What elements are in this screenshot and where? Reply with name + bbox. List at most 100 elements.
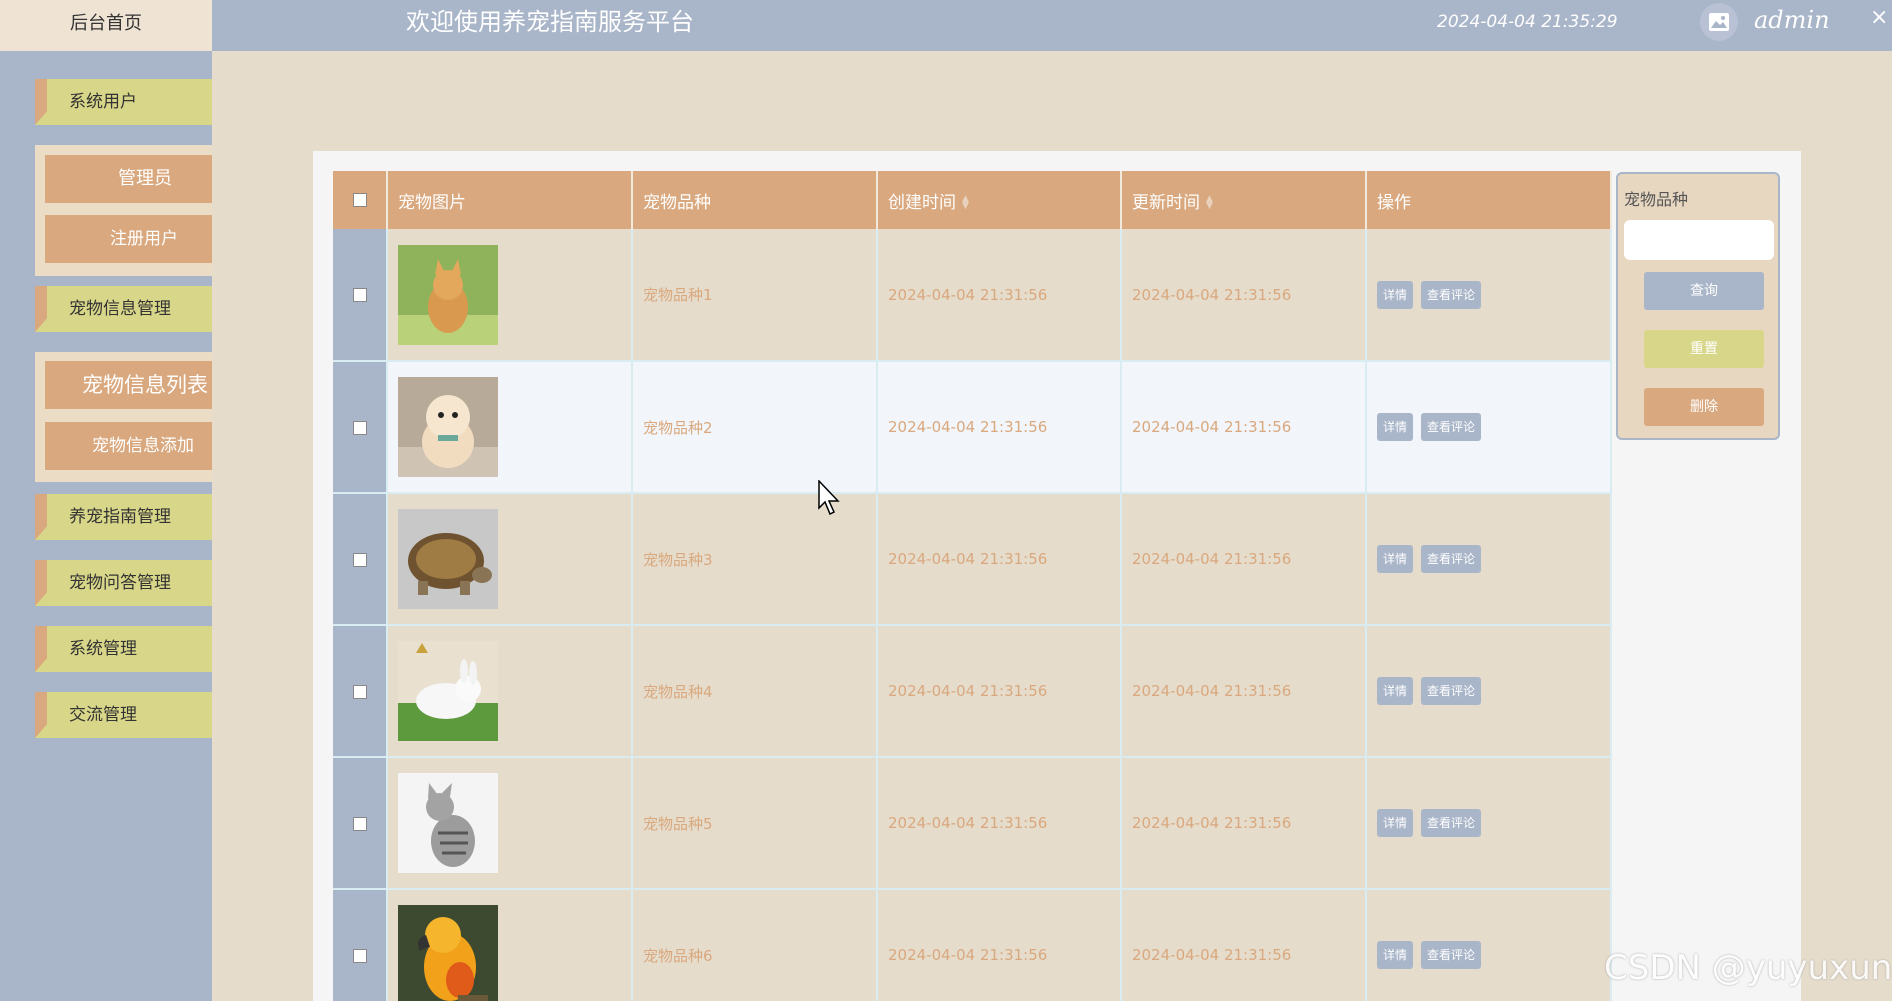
parrot-icon[interactable] (398, 905, 498, 1001)
row-checkbox[interactable] (352, 288, 367, 302)
page-title: 欢迎使用养宠指南服务平台 (406, 8, 694, 36)
detail-button[interactable]: 详情 (1377, 809, 1414, 837)
detail-button[interactable]: 详情 (1377, 280, 1414, 309)
row-checkbox-cell[interactable] (333, 493, 388, 626)
table-row[interactable]: 宠物品种2 2024-04-04 21:31:56 2024-04-04 21:31… (333, 361, 1612, 494)
sidebar-item-pet-list[interactable]: 宠物信息列表 (45, 361, 212, 409)
sidebar-item-system-users[interactable]: 系统用户 (35, 79, 212, 125)
submenu-pets: 宠物信息列表 宠物信息添加 (35, 352, 212, 482)
sidebar-item-system[interactable]: 系统管理 (35, 626, 212, 672)
reset-button[interactable]: 重置 (1644, 330, 1764, 368)
column-header-sortable[interactable]: 创建时间 ▲ ▼ (877, 171, 1122, 229)
detail-button[interactable]: 详情 (1377, 545, 1414, 573)
sidebar-item-community[interactable]: 交流管理 (35, 692, 212, 738)
created-cell: 2024-04-04 21:31:56 (877, 625, 1122, 758)
updated-cell: 2024-04-04 21:31:56 (1121, 757, 1367, 890)
datetime-display: 2024-04-04 21:35:29 (1437, 12, 1618, 32)
created-cell: 2024-04-04 21:31:56 (877, 757, 1122, 890)
avatar[interactable] (1700, 3, 1738, 41)
updated-cell: 2024-04-04 21:31:56 (1121, 229, 1367, 362)
column-header-sortable[interactable]: 更新时间 ▲ ▼ (1121, 171, 1367, 229)
table-row[interactable]: 宠物品种4 2024-04-04 21:31:56 2024-04-04 21:31… (333, 625, 1612, 758)
tabby-cat-icon[interactable] (398, 773, 498, 873)
username[interactable]: admin (1754, 4, 1830, 36)
updated-cell: 2024-04-04 21:31:56 (1121, 889, 1367, 1001)
search-input[interactable] (1624, 220, 1774, 260)
row-checkbox[interactable] (352, 948, 367, 963)
pet-image-cell (387, 625, 633, 758)
row-checkbox-cell[interactable] (333, 229, 388, 362)
menu-tab-decoration (35, 79, 47, 125)
view-comments-button[interactable]: 查看评论 (1421, 677, 1482, 705)
sidebar-item-registered-users[interactable]: 注册用户 (45, 215, 212, 263)
table-row[interactable]: 宠物品种6 2024-04-04 21:31:56 2024-04-04 21:31… (333, 889, 1612, 1001)
menu-tab-decoration (35, 692, 47, 738)
actions-cell: 详情 查看评论 (1366, 229, 1612, 362)
pet-image-cell (387, 229, 633, 362)
actions-cell: 详情 查看评论 (1366, 889, 1612, 1001)
sidebar-item-label: 宠物信息管理 (69, 299, 171, 319)
table-row[interactable]: 宠物品种1 2024-04-04 21:31:56 2024-04-04 21:31… (333, 229, 1612, 362)
sidebar-item-label: 系统用户 (69, 92, 137, 112)
search-label: 宠物品种 (1624, 190, 1689, 209)
row-checkbox-cell[interactable] (333, 625, 388, 758)
query-button[interactable]: 查询 (1644, 272, 1764, 310)
actions-cell: 详情 查看评论 (1366, 625, 1612, 758)
delete-button[interactable]: 删除 (1644, 388, 1764, 426)
created-cell: 2024-04-04 21:31:56 (877, 361, 1122, 494)
column-header-label: 创建时间 (888, 192, 956, 213)
kitten-icon[interactable] (398, 244, 498, 345)
menu-tab-decoration (35, 626, 47, 672)
sort-icon[interactable]: ▲ ▼ (1206, 194, 1213, 210)
row-checkbox[interactable] (352, 420, 367, 435)
sidebar-item-qa[interactable]: 宠物问答管理 (35, 560, 212, 606)
table-header-row: 宠物图片 宠物品种 创建时间 ▲ ▼ 更新时间 ▲ ▼ 操作 (333, 171, 1612, 229)
detail-button[interactable]: 详情 (1377, 677, 1414, 705)
row-checkbox[interactable] (352, 816, 367, 831)
mouse-cursor-icon (818, 480, 840, 516)
table-row[interactable]: 宠物品种3 2024-04-04 21:31:56 2024-04-04 21:31… (333, 493, 1612, 626)
row-checkbox-cell[interactable] (333, 361, 388, 494)
sidebar-item-admin[interactable]: 管理员 (45, 155, 212, 203)
search-panel: 宠物品种 查询 重置 删除 (1616, 172, 1780, 440)
row-checkbox-cell[interactable] (333, 889, 388, 1001)
column-header-label: 更新时间 (1132, 192, 1200, 213)
column-header: 宠物品种 (632, 171, 878, 229)
select-all-cell[interactable] (333, 171, 388, 229)
created-cell: 2024-04-04 21:31:56 (877, 493, 1122, 626)
actions-cell: 详情 查看评论 (1366, 757, 1612, 890)
sort-icon[interactable]: ▲ ▼ (962, 194, 969, 210)
sidebar-item-guide[interactable]: 养宠指南管理 (35, 494, 212, 540)
view-comments-button[interactable]: 查看评论 (1421, 545, 1482, 573)
detail-button[interactable]: 详情 (1377, 941, 1414, 969)
select-all-checkbox[interactable] (352, 193, 367, 207)
breed-cell: 宠物品种2 (632, 361, 878, 494)
sidebar-item-label: 宠物问答管理 (69, 573, 171, 593)
home-tab[interactable]: 后台首页 (0, 0, 212, 53)
column-header: 宠物图片 (387, 171, 633, 229)
menu-tab-decoration (35, 286, 47, 332)
row-checkbox[interactable] (352, 552, 367, 567)
updated-cell: 2024-04-04 21:31:56 (1121, 625, 1367, 758)
rabbit-icon[interactable] (398, 641, 498, 741)
sidebar-item-pet-add[interactable]: 宠物信息添加 (45, 422, 212, 470)
sidebar-item-pet-info[interactable]: 宠物信息管理 (35, 286, 212, 332)
row-checkbox-cell[interactable] (333, 757, 388, 890)
row-checkbox[interactable] (352, 684, 367, 699)
view-comments-button[interactable]: 查看评论 (1421, 809, 1482, 837)
menu-tab-decoration (35, 560, 47, 606)
submenu-users: 管理员 注册用户 (35, 145, 212, 276)
created-cell: 2024-04-04 21:31:56 (877, 229, 1122, 362)
updated-cell: 2024-04-04 21:31:56 (1121, 493, 1367, 626)
view-comments-button[interactable]: 查看评论 (1421, 941, 1482, 969)
view-comments-button[interactable]: 查看评论 (1421, 280, 1482, 309)
sidebar-item-label: 交流管理 (69, 705, 137, 725)
image-icon (1709, 13, 1729, 31)
created-cell: 2024-04-04 21:31:56 (877, 889, 1122, 1001)
close-icon[interactable]: × (1870, 4, 1888, 32)
detail-button[interactable]: 详情 (1377, 413, 1414, 441)
view-comments-button[interactable]: 查看评论 (1421, 413, 1482, 441)
table-row[interactable]: 宠物品种5 2024-04-04 21:31:56 2024-04-04 21:31… (333, 757, 1612, 890)
tortoise-icon[interactable] (398, 509, 498, 609)
puppy-icon[interactable] (398, 377, 498, 477)
